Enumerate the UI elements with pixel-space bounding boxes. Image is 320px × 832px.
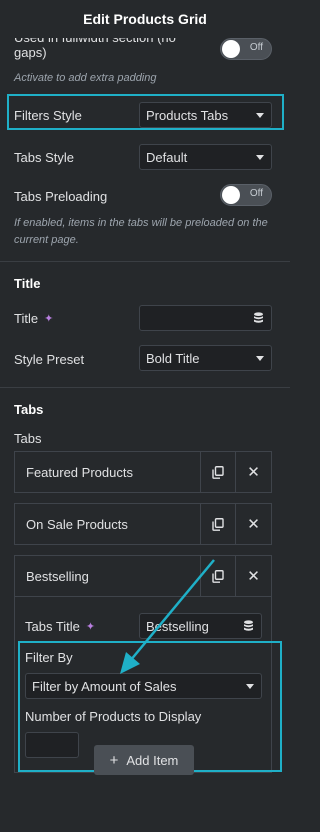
fullwidth-description: Activate to add extra padding <box>14 72 157 84</box>
filter-by-label: Filter By <box>25 650 73 665</box>
repeater-item-label: Featured Products <box>26 465 133 480</box>
num-products-label: Number of Products to Display <box>25 709 202 724</box>
filters-style-select[interactable]: Products Tabs <box>139 102 272 128</box>
tabs-title-label-row: Tabs Title ✦ <box>25 619 95 634</box>
divider <box>0 387 290 388</box>
tabs-preloading-label: Tabs Preloading <box>14 189 108 204</box>
num-products-input[interactable] <box>25 732 79 758</box>
tabs-title-label: Tabs Title <box>25 619 80 634</box>
add-item-button[interactable]: + Add Item <box>94 745 194 775</box>
style-preset-label: Style Preset <box>14 352 85 367</box>
style-preset-select[interactable]: Bold Title <box>139 345 272 371</box>
title-field-label: Title <box>14 311 39 326</box>
settings-panel[interactable]: Used in fullwidth section (no gaps) Off … <box>0 38 290 832</box>
copy-icon[interactable] <box>200 504 235 544</box>
toggle-text: Off <box>249 42 263 53</box>
ai-sparkle-icon[interactable]: ✦ <box>86 620 95 633</box>
fullwidth-toggle[interactable]: Off <box>220 38 272 60</box>
repeater-item[interactable]: Featured Products ✕ <box>14 451 272 493</box>
toggle-text: Off <box>249 188 263 199</box>
chevron-down-icon <box>256 155 264 160</box>
title-section-heading: Title <box>14 276 41 291</box>
fullwidth-label: Used in fullwidth section (no gaps) <box>14 38 176 60</box>
chevron-down-icon <box>256 356 264 361</box>
database-icon[interactable] <box>246 305 272 331</box>
tabs-sublabel: Tabs <box>14 431 42 446</box>
add-item-label: Add Item <box>126 752 179 768</box>
repeater-item[interactable]: On Sale Products ✕ <box>14 503 272 545</box>
toggle-knob <box>222 186 240 204</box>
tabs-section-heading: Tabs <box>14 402 44 417</box>
repeater-item-label: On Sale Products <box>26 517 128 532</box>
filters-style-label: Filters Style <box>14 108 82 123</box>
repeater-item-label: Bestselling <box>26 569 89 584</box>
close-icon[interactable]: ✕ <box>235 504 271 544</box>
tabs-style-value: Default <box>146 149 188 165</box>
divider <box>0 261 290 262</box>
annotation-arrow <box>120 559 215 674</box>
database-icon[interactable] <box>236 613 262 639</box>
tabs-preloading-toggle[interactable]: Off <box>220 184 272 206</box>
filters-style-value: Products Tabs <box>146 107 229 123</box>
chevron-down-icon <box>256 113 264 118</box>
title-input[interactable] <box>139 305 247 331</box>
close-icon[interactable]: ✕ <box>235 452 271 492</box>
plus-icon: + <box>109 751 119 769</box>
tabs-style-select[interactable]: Default <box>139 144 272 170</box>
tabs-preloading-description: If enabled, items in the tabs will be pr… <box>14 217 268 246</box>
title-field-label-row: Title ✦ <box>14 311 53 326</box>
ai-sparkle-icon[interactable]: ✦ <box>44 312 53 325</box>
close-icon[interactable]: ✕ <box>235 556 271 596</box>
toggle-knob <box>222 40 240 58</box>
chevron-down-icon <box>246 684 254 689</box>
tabs-style-label: Tabs Style <box>14 150 74 165</box>
style-preset-value: Bold Title <box>146 350 200 366</box>
panel-title: Edit Products Grid <box>0 0 290 38</box>
copy-icon[interactable] <box>200 452 235 492</box>
